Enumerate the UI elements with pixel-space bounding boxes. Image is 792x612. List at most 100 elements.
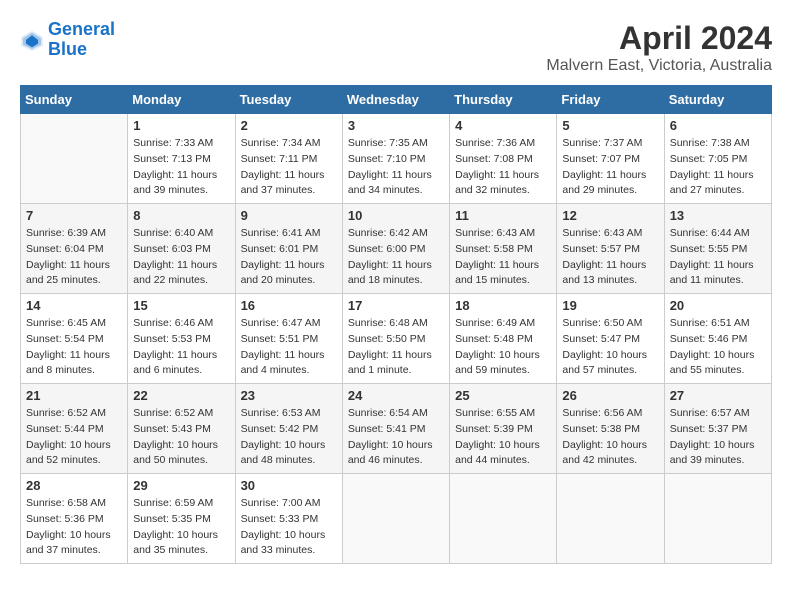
day-info: Sunrise: 7:00 AMSunset: 5:33 PMDaylight:… bbox=[241, 496, 337, 559]
day-number: 1 bbox=[133, 118, 229, 133]
day-info: Sunrise: 7:33 AMSunset: 7:13 PMDaylight:… bbox=[133, 136, 229, 199]
day-info: Sunrise: 7:34 AMSunset: 7:11 PMDaylight:… bbox=[241, 136, 337, 199]
weekday-header: Monday bbox=[128, 86, 235, 114]
calendar-cell bbox=[664, 474, 771, 564]
logo: General Blue bbox=[20, 20, 115, 60]
day-number: 26 bbox=[562, 388, 658, 403]
calendar-week-row: 28Sunrise: 6:58 AMSunset: 5:36 PMDayligh… bbox=[21, 474, 772, 564]
calendar-cell: 7 Sunrise: 6:39 AMSunset: 6:04 PMDaylight… bbox=[21, 204, 128, 294]
calendar-cell: 8Sunrise: 6:40 AMSunset: 6:03 PMDaylight… bbox=[128, 204, 235, 294]
calendar-cell: 1 Sunrise: 7:33 AMSunset: 7:13 PMDaylight… bbox=[128, 114, 235, 204]
day-number: 22 bbox=[133, 388, 229, 403]
day-number: 11 bbox=[455, 208, 551, 223]
calendar-cell: 12 Sunrise: 6:43 AMSunset: 5:57 PMDayligh… bbox=[557, 204, 664, 294]
calendar-cell: 14 Sunrise: 6:45 AMSunset: 5:54 PMDayligh… bbox=[21, 294, 128, 384]
day-number: 25 bbox=[455, 388, 551, 403]
day-info: Sunrise: 6:44 AMSunset: 5:55 PMDaylight:… bbox=[670, 226, 766, 289]
day-number: 7 bbox=[26, 208, 122, 223]
calendar-cell: 18Sunrise: 6:49 AMSunset: 5:48 PMDayligh… bbox=[450, 294, 557, 384]
calendar-cell: 20 Sunrise: 6:51 AMSunset: 5:46 PMDayligh… bbox=[664, 294, 771, 384]
day-info: Sunrise: 6:57 AMSunset: 5:37 PMDaylight:… bbox=[670, 406, 766, 469]
calendar-cell: 13 Sunrise: 6:44 AMSunset: 5:55 PMDayligh… bbox=[664, 204, 771, 294]
logo-icon bbox=[20, 28, 44, 52]
calendar-cell: 17 Sunrise: 6:48 AMSunset: 5:50 PMDayligh… bbox=[342, 294, 449, 384]
day-number: 29 bbox=[133, 478, 229, 493]
day-info: Sunrise: 7:36 AMSunset: 7:08 PMDaylight:… bbox=[455, 136, 551, 199]
weekday-header: Sunday bbox=[21, 86, 128, 114]
page-title: April 2024 bbox=[546, 20, 772, 57]
calendar-cell bbox=[342, 474, 449, 564]
day-info: Sunrise: 7:38 AMSunset: 7:05 PMDaylight:… bbox=[670, 136, 766, 199]
calendar-week-row: 7 Sunrise: 6:39 AMSunset: 6:04 PMDaylight… bbox=[21, 204, 772, 294]
calendar-cell: 22 Sunrise: 6:52 AMSunset: 5:43 PMDayligh… bbox=[128, 384, 235, 474]
day-info: Sunrise: 6:50 AMSunset: 5:47 PMDaylight:… bbox=[562, 316, 658, 379]
weekday-header: Wednesday bbox=[342, 86, 449, 114]
calendar-cell bbox=[557, 474, 664, 564]
calendar-cell: 11Sunrise: 6:43 AMSunset: 5:58 PMDayligh… bbox=[450, 204, 557, 294]
day-number: 16 bbox=[241, 298, 337, 313]
calendar-cell: 2 Sunrise: 7:34 AMSunset: 7:11 PMDaylight… bbox=[235, 114, 342, 204]
calendar-cell: 3 Sunrise: 7:35 AMSunset: 7:10 PMDaylight… bbox=[342, 114, 449, 204]
day-number: 4 bbox=[455, 118, 551, 133]
day-number: 19 bbox=[562, 298, 658, 313]
day-number: 30 bbox=[241, 478, 337, 493]
calendar-cell: 16Sunrise: 6:47 AMSunset: 5:51 PMDayligh… bbox=[235, 294, 342, 384]
day-info: Sunrise: 6:48 AMSunset: 5:50 PMDaylight:… bbox=[348, 316, 444, 379]
day-number: 20 bbox=[670, 298, 766, 313]
weekday-header: Tuesday bbox=[235, 86, 342, 114]
day-info: Sunrise: 6:51 AMSunset: 5:46 PMDaylight:… bbox=[670, 316, 766, 379]
day-number: 3 bbox=[348, 118, 444, 133]
calendar-cell: 26 Sunrise: 6:56 AMSunset: 5:38 PMDayligh… bbox=[557, 384, 664, 474]
day-number: 13 bbox=[670, 208, 766, 223]
calendar-cell: 28Sunrise: 6:58 AMSunset: 5:36 PMDayligh… bbox=[21, 474, 128, 564]
title-block: April 2024 Malvern East, Victoria, Austr… bbox=[546, 20, 772, 75]
day-number: 21 bbox=[26, 388, 122, 403]
day-info: Sunrise: 6:53 AMSunset: 5:42 PMDaylight:… bbox=[241, 406, 337, 469]
day-number: 5 bbox=[562, 118, 658, 133]
day-number: 23 bbox=[241, 388, 337, 403]
calendar-week-row: 1 Sunrise: 7:33 AMSunset: 7:13 PMDaylight… bbox=[21, 114, 772, 204]
logo-text: General Blue bbox=[48, 20, 115, 60]
calendar-cell: 10Sunrise: 6:42 AMSunset: 6:00 PMDayligh… bbox=[342, 204, 449, 294]
day-number: 9 bbox=[241, 208, 337, 223]
calendar-week-row: 14 Sunrise: 6:45 AMSunset: 5:54 PMDayligh… bbox=[21, 294, 772, 384]
day-info: Sunrise: 7:37 AMSunset: 7:07 PMDaylight:… bbox=[562, 136, 658, 199]
header-row: SundayMondayTuesdayWednesdayThursdayFrid… bbox=[21, 86, 772, 114]
day-info: Sunrise: 6:39 AMSunset: 6:04 PMDaylight:… bbox=[26, 226, 122, 289]
day-info: Sunrise: 6:43 AMSunset: 5:57 PMDaylight:… bbox=[562, 226, 658, 289]
calendar-cell: 9 Sunrise: 6:41 AMSunset: 6:01 PMDaylight… bbox=[235, 204, 342, 294]
day-info: Sunrise: 7:35 AMSunset: 7:10 PMDaylight:… bbox=[348, 136, 444, 199]
day-number: 24 bbox=[348, 388, 444, 403]
day-info: Sunrise: 6:40 AMSunset: 6:03 PMDaylight:… bbox=[133, 226, 229, 289]
day-info: Sunrise: 6:46 AMSunset: 5:53 PMDaylight:… bbox=[133, 316, 229, 379]
calendar-cell: 27Sunrise: 6:57 AMSunset: 5:37 PMDayligh… bbox=[664, 384, 771, 474]
calendar-cell: 15Sunrise: 6:46 AMSunset: 5:53 PMDayligh… bbox=[128, 294, 235, 384]
day-number: 12 bbox=[562, 208, 658, 223]
day-info: Sunrise: 6:52 AMSunset: 5:44 PMDaylight:… bbox=[26, 406, 122, 469]
day-info: Sunrise: 6:42 AMSunset: 6:00 PMDaylight:… bbox=[348, 226, 444, 289]
calendar-cell: 19 Sunrise: 6:50 AMSunset: 5:47 PMDayligh… bbox=[557, 294, 664, 384]
day-info: Sunrise: 6:56 AMSunset: 5:38 PMDaylight:… bbox=[562, 406, 658, 469]
day-number: 28 bbox=[26, 478, 122, 493]
weekday-header: Thursday bbox=[450, 86, 557, 114]
calendar-cell: 30 Sunrise: 7:00 AMSunset: 5:33 PMDayligh… bbox=[235, 474, 342, 564]
day-number: 6 bbox=[670, 118, 766, 133]
day-info: Sunrise: 6:49 AMSunset: 5:48 PMDaylight:… bbox=[455, 316, 551, 379]
calendar-cell: 25Sunrise: 6:55 AMSunset: 5:39 PMDayligh… bbox=[450, 384, 557, 474]
day-number: 2 bbox=[241, 118, 337, 133]
calendar-cell bbox=[21, 114, 128, 204]
page-header: General Blue April 2024 Malvern East, Vi… bbox=[20, 20, 772, 75]
weekday-header: Saturday bbox=[664, 86, 771, 114]
day-number: 14 bbox=[26, 298, 122, 313]
day-info: Sunrise: 6:41 AMSunset: 6:01 PMDaylight:… bbox=[241, 226, 337, 289]
calendar-cell: 5 Sunrise: 7:37 AMSunset: 7:07 PMDaylight… bbox=[557, 114, 664, 204]
calendar-cell: 4 Sunrise: 7:36 AMSunset: 7:08 PMDaylight… bbox=[450, 114, 557, 204]
day-info: Sunrise: 6:52 AMSunset: 5:43 PMDaylight:… bbox=[133, 406, 229, 469]
page-subtitle: Malvern East, Victoria, Australia bbox=[546, 57, 772, 75]
calendar-week-row: 21 Sunrise: 6:52 AMSunset: 5:44 PMDayligh… bbox=[21, 384, 772, 474]
day-info: Sunrise: 6:45 AMSunset: 5:54 PMDaylight:… bbox=[26, 316, 122, 379]
calendar-cell: 24Sunrise: 6:54 AMSunset: 5:41 PMDayligh… bbox=[342, 384, 449, 474]
calendar-cell: 29Sunrise: 6:59 AMSunset: 5:35 PMDayligh… bbox=[128, 474, 235, 564]
day-number: 17 bbox=[348, 298, 444, 313]
calendar-table: SundayMondayTuesdayWednesdayThursdayFrid… bbox=[20, 85, 772, 564]
